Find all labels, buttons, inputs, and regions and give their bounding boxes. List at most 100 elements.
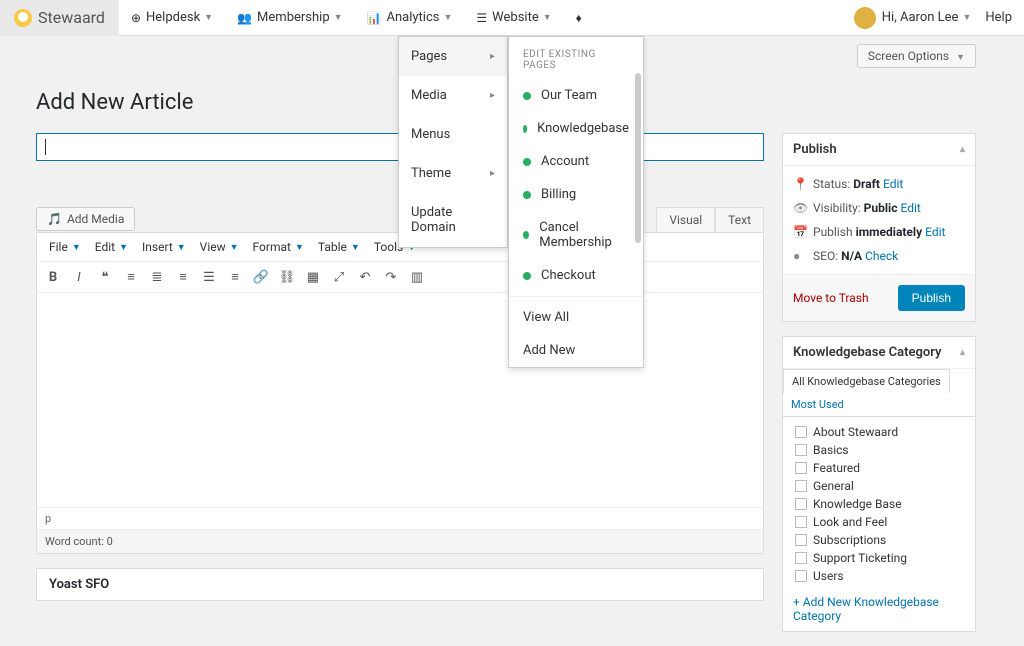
category-item[interactable]: Users: [783, 567, 975, 585]
pages-view-all[interactable]: View All: [509, 301, 643, 334]
tab-visual[interactable]: Visual: [656, 207, 715, 232]
checkbox[interactable]: [795, 516, 807, 528]
yoast-panel-header[interactable]: Yoast SFO: [36, 568, 764, 601]
menu-table[interactable]: Table▼: [312, 237, 366, 257]
menu-format[interactable]: Format▼: [247, 237, 310, 257]
edit-visibility-link[interactable]: Edit: [900, 201, 920, 215]
menu-edit[interactable]: Edit▼: [89, 237, 134, 257]
page-label: Account: [541, 154, 589, 169]
screen-options-button[interactable]: Screen Options ▼: [857, 44, 976, 68]
calendar-icon: 📅: [793, 225, 809, 239]
pages-add-new[interactable]: Add New: [509, 334, 643, 367]
avatar[interactable]: [854, 7, 876, 29]
more-button[interactable]: ▥: [405, 265, 429, 289]
category-label: Basics: [813, 443, 849, 457]
editor-path: p: [37, 507, 763, 529]
ol-button[interactable]: ≣: [145, 265, 169, 289]
editor-content[interactable]: [37, 293, 763, 507]
checkbox[interactable]: [795, 480, 807, 492]
status-dot-icon: [523, 191, 531, 199]
add-category-link[interactable]: + Add New Knowledgebase Category: [783, 591, 975, 631]
nav-membership-label: Membership: [257, 10, 330, 25]
menu-view[interactable]: View▼: [194, 237, 245, 257]
page-item[interactable]: Checkout: [509, 259, 643, 292]
checkbox[interactable]: [795, 570, 807, 582]
page-item[interactable]: Account: [509, 145, 643, 178]
editor: File▼ Edit▼ Insert▼ View▼ Format▼ Table▼…: [36, 232, 764, 554]
checkbox[interactable]: [795, 426, 807, 438]
menu-insert[interactable]: Insert▼: [136, 237, 192, 257]
scrollbar[interactable]: [635, 73, 641, 243]
align-right-button[interactable]: ≡: [223, 265, 247, 289]
nav-website[interactable]: ☰ Website ▼: [464, 0, 563, 36]
category-item[interactable]: Knowledge Base: [783, 495, 975, 513]
menu-file[interactable]: File▼: [43, 237, 87, 257]
quote-button[interactable]: ❝: [93, 265, 117, 289]
category-item[interactable]: General: [783, 477, 975, 495]
dd-menus[interactable]: Menus: [399, 115, 507, 154]
italic-button[interactable]: I: [67, 265, 91, 289]
caret-down-icon: ▼: [962, 12, 971, 23]
category-item[interactable]: About Stewaard: [783, 423, 975, 441]
align-center-button[interactable]: ☰: [197, 265, 221, 289]
category-item[interactable]: Featured: [783, 459, 975, 477]
category-item[interactable]: Support Ticketing: [783, 549, 975, 567]
checkbox[interactable]: [795, 534, 807, 546]
publish-panel-header[interactable]: Publish ▴: [783, 134, 975, 166]
undo-button[interactable]: ↶: [353, 265, 377, 289]
chevron-right-icon: ▸: [490, 168, 495, 179]
help-link[interactable]: Help: [985, 10, 1012, 25]
page-label: Billing: [541, 187, 576, 202]
tab-text[interactable]: Text: [715, 207, 764, 232]
checkbox[interactable]: [795, 444, 807, 456]
caret-down-icon: ▼: [443, 12, 452, 23]
category-label: Support Ticketing: [813, 551, 907, 565]
fullscreen-button[interactable]: ⤢: [327, 265, 351, 289]
dd-pages[interactable]: Pages▸: [399, 37, 507, 76]
eye-icon: 👁: [793, 201, 809, 215]
dd-theme[interactable]: Theme▸: [399, 154, 507, 193]
tab-most-used[interactable]: Most Used: [783, 393, 852, 416]
add-media-button[interactable]: 🎵 Add Media: [36, 207, 135, 231]
page-item[interactable]: Knowledgebase: [509, 112, 643, 145]
page-label: Our Team: [541, 88, 597, 103]
table-button[interactable]: ▦: [301, 265, 325, 289]
nav-helpdesk[interactable]: ⊕ Helpdesk ▼: [119, 0, 225, 36]
category-item[interactable]: Look and Feel: [783, 513, 975, 531]
brand[interactable]: Stewaard: [0, 0, 119, 36]
page-label: Knowledgebase: [537, 121, 629, 136]
seo-check-link[interactable]: Check: [865, 249, 898, 263]
ul-button[interactable]: ≡: [119, 265, 143, 289]
kb-category-header[interactable]: Knowledgebase Category ▴: [783, 337, 975, 369]
page-item[interactable]: Billing: [509, 178, 643, 211]
page-item[interactable]: Cancel Membership: [509, 211, 643, 259]
bold-button[interactable]: B: [41, 265, 65, 289]
brand-name: Stewaard: [38, 8, 105, 27]
dd-media[interactable]: Media▸: [399, 76, 507, 115]
nav-diamond[interactable]: ♦: [564, 0, 599, 36]
caret-down-icon: ▼: [204, 12, 213, 23]
edit-date-link[interactable]: Edit: [925, 225, 945, 239]
kb-category-panel: Knowledgebase Category ▴ All Knowledgeba…: [782, 336, 976, 632]
page-label: Checkout: [541, 268, 596, 283]
category-item[interactable]: Subscriptions: [783, 531, 975, 549]
category-item[interactable]: Basics: [783, 441, 975, 459]
dd-update-domain[interactable]: Update Domain: [399, 193, 507, 247]
edit-status-link[interactable]: Edit: [883, 177, 903, 191]
checkbox[interactable]: [795, 552, 807, 564]
checkbox[interactable]: [795, 462, 807, 474]
page-item[interactable]: Our Team: [509, 79, 643, 112]
nav-membership[interactable]: 👥 Membership ▼: [225, 0, 354, 36]
link-button[interactable]: 🔗: [249, 265, 273, 289]
align-left-button[interactable]: ≡: [171, 265, 195, 289]
checkbox[interactable]: [795, 498, 807, 510]
publish-button[interactable]: Publish: [898, 285, 965, 311]
user-greeting[interactable]: Hi, Aaron Lee: [882, 10, 959, 25]
move-to-trash-link[interactable]: Move to Trash: [793, 291, 869, 305]
add-media-label: Add Media: [67, 212, 124, 226]
unlink-button[interactable]: ⛓: [275, 265, 299, 289]
nav-analytics[interactable]: 📊 Analytics ▼: [355, 0, 465, 36]
redo-button[interactable]: ↷: [379, 265, 403, 289]
tab-all-categories[interactable]: All Knowledgebase Categories: [783, 369, 950, 394]
pages-submenu-heading: EDIT EXISTING PAGES: [509, 37, 643, 79]
